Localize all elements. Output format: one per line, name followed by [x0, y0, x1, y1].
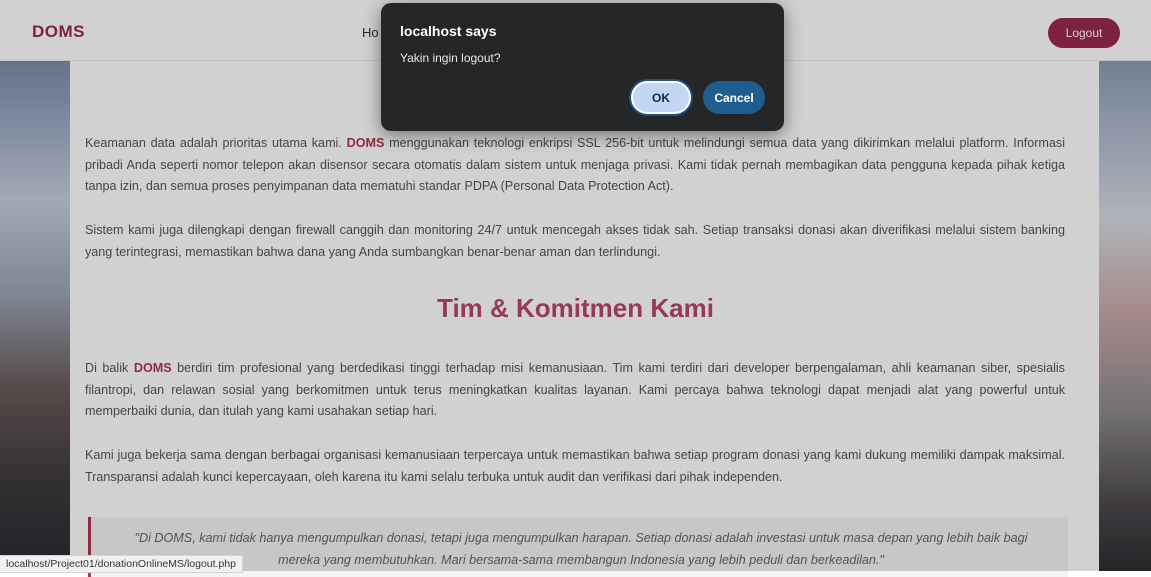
dialog-title: localhost says — [400, 23, 497, 39]
status-bar-url: localhost/Project01/donationOnlineMS/log… — [0, 555, 243, 573]
ok-button[interactable]: OK — [631, 81, 691, 114]
dialog-message: Yakin ingin logout? — [400, 51, 501, 65]
cancel-button[interactable]: Cancel — [703, 81, 765, 114]
